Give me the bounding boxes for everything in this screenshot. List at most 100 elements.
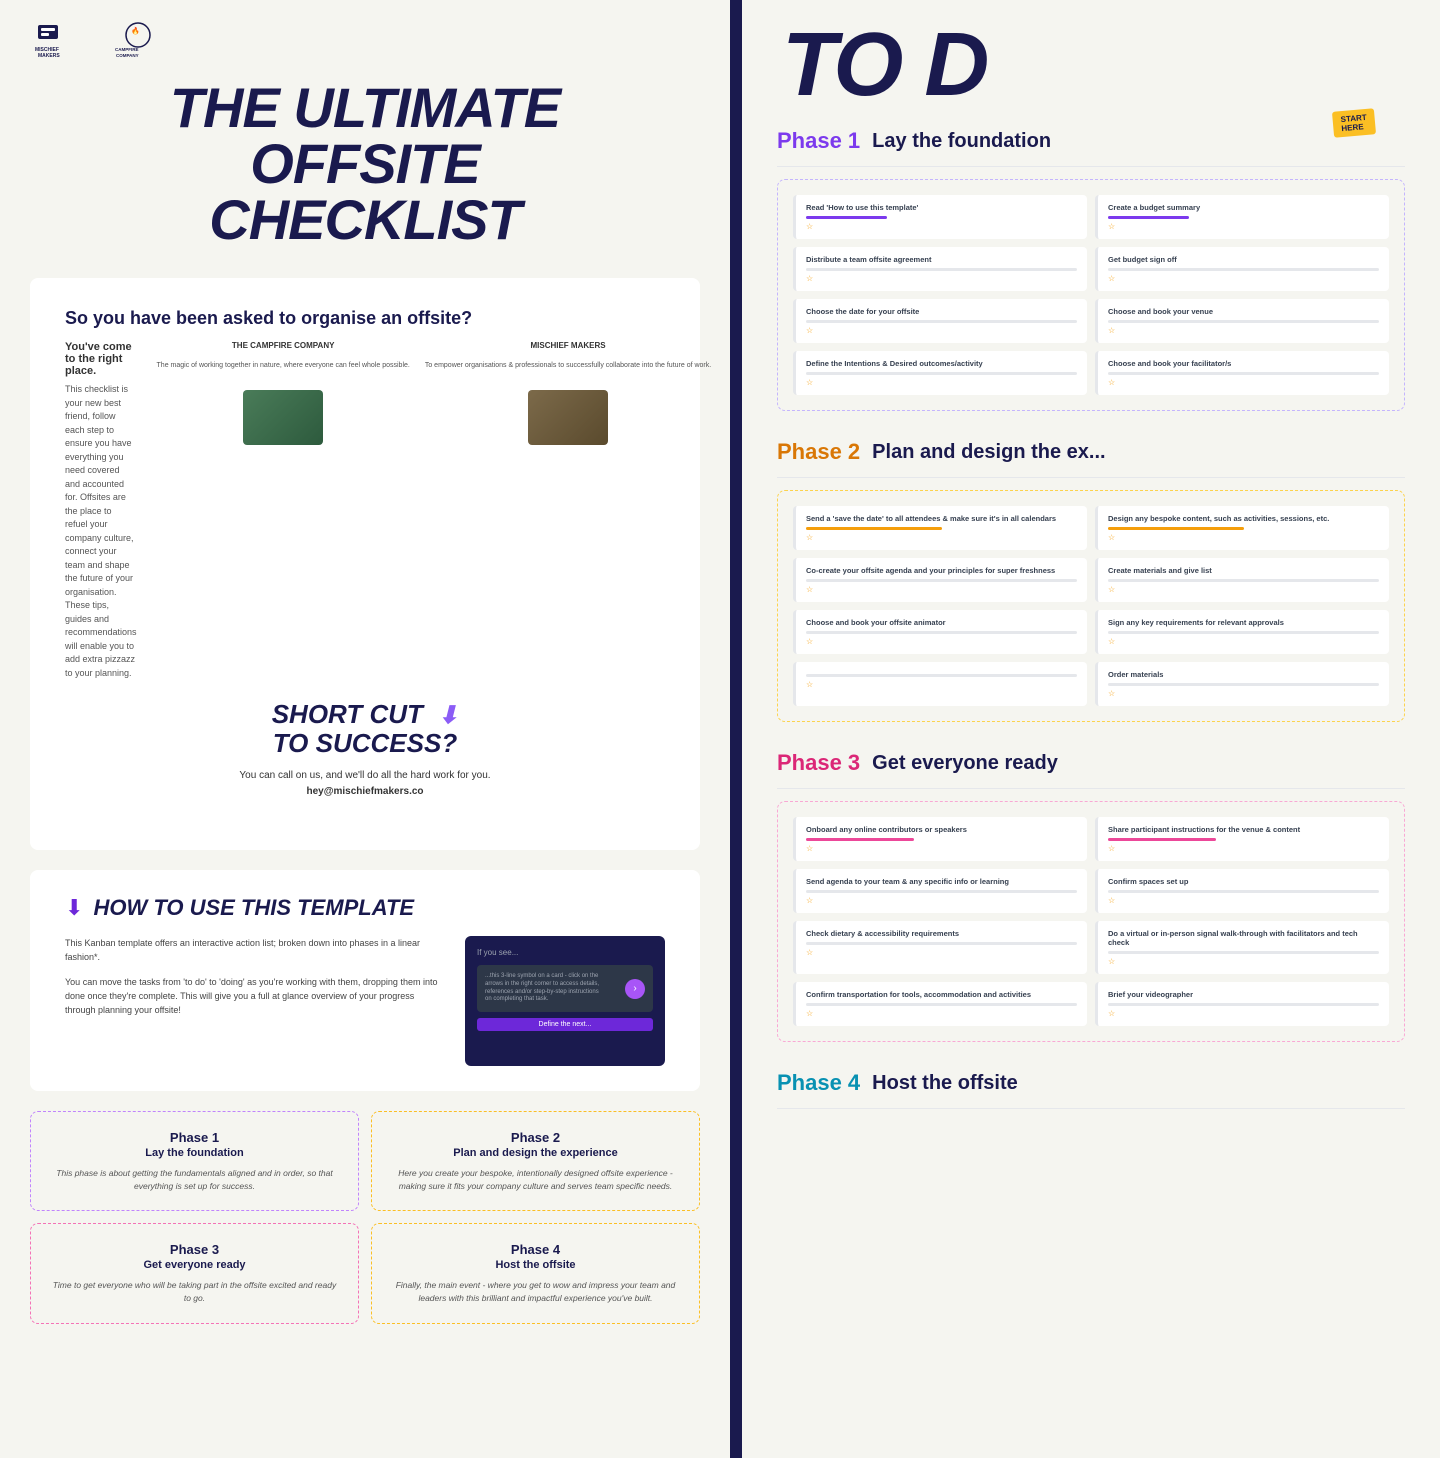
checklist-item[interactable]: ☆	[793, 662, 1087, 706]
how-to-title: ⬇ HOW TO USE THIS TEMPLATE	[65, 895, 665, 921]
right-phase2-box: Send a 'save the date' to all attendees …	[777, 490, 1405, 722]
checklist-item[interactable]: Brief your videographer ☆	[1095, 982, 1389, 1026]
shortcut-title: SHORT CUT ⬇ TO SUCCESS?	[272, 700, 459, 758]
demo-button[interactable]: Define the next...	[477, 1018, 653, 1031]
checklist-item[interactable]: Design any bespoke content, such as acti…	[1095, 506, 1389, 550]
left-panel: MISCHIEF MAKERS 🔥 CAMPFIRE COMPANY THE U…	[0, 0, 730, 1458]
intro-card: So you have been asked to organise an of…	[30, 278, 700, 850]
start-here-badge: STARTHERE	[1332, 108, 1376, 138]
phase3-number: Phase 3	[51, 1242, 338, 1257]
right-phase1-section: STARTHERE Phase 1 Lay the foundation Rea…	[757, 120, 1425, 411]
phase3-description: Time to get everyone who will be taking …	[51, 1279, 338, 1305]
demo-expand-icon[interactable]: ›	[625, 979, 645, 999]
phase1-card: Phase 1 Lay the foundation This phase is…	[30, 1111, 359, 1212]
checklist-item[interactable]: Get budget sign off ☆	[1095, 247, 1389, 291]
intro-body: This checklist is your new best friend, …	[65, 383, 137, 680]
right-phase1-label: Phase 1	[777, 128, 860, 154]
right-phase1-title: Lay the foundation	[872, 130, 1051, 153]
checklist-item[interactable]: Onboard any online contributors or speak…	[793, 817, 1087, 861]
right-phase1-header: Phase 1 Lay the foundation	[777, 120, 1405, 167]
shortcut-section: SHORT CUT ⬇ TO SUCCESS? You can call on …	[65, 680, 665, 820]
right-phase4-title: Host the offsite	[872, 1072, 1018, 1095]
intro-content: You've come to the right place. This che…	[65, 341, 665, 680]
checklist-item[interactable]: Choose and book your facilitator/s ☆	[1095, 351, 1389, 395]
company1-photo	[243, 390, 323, 445]
right-phase4-label: Phase 4	[777, 1070, 860, 1096]
right-phase3-header: Phase 3 Get everyone ready	[777, 742, 1405, 789]
arrow-down-icon: ⬇	[438, 703, 458, 729]
company2-photo	[528, 390, 608, 445]
checklist-item[interactable]: Create a budget summary ☆	[1095, 195, 1389, 239]
phase3-card: Phase 3 Get everyone ready Time to get e…	[30, 1223, 359, 1324]
phase2-card: Phase 2 Plan and design the experience H…	[371, 1111, 700, 1212]
intro-text: You've come to the right place. This che…	[65, 341, 137, 680]
right-phase2-title: Plan and design the ex...	[872, 441, 1105, 464]
how-to-para2: You can move the tasks from 'to do' to '…	[65, 975, 440, 1018]
checklist-item[interactable]: Choose the date for your offsite ☆	[793, 299, 1087, 343]
right-phase3-section: Phase 3 Get everyone ready Onboard any o…	[757, 742, 1425, 1042]
right-phase3-title: Get everyone ready	[872, 752, 1058, 775]
right-panel: TO D STARTHERE Phase 1 Lay the foundatio…	[742, 0, 1440, 1458]
right-phase3-box: Onboard any online contributors or speak…	[777, 801, 1405, 1042]
checklist-item[interactable]: Send a 'save the date' to all attendees …	[793, 506, 1087, 550]
checklist-item[interactable]: Confirm transportation for tools, accomm…	[793, 982, 1087, 1026]
checklist-item[interactable]: Order materials ☆	[1095, 662, 1389, 706]
todo-title: TO D	[782, 20, 1400, 110]
right-panel-content: STARTHERE Phase 1 Lay the foundation Rea…	[742, 120, 1440, 1109]
checklist-item[interactable]: Sign any key requirements for relevant a…	[1095, 610, 1389, 654]
template-demo: If you see... ...this 3-line symbol on a…	[465, 936, 665, 1066]
company2-desc: To empower organisations & professionals…	[425, 362, 711, 369]
checklist-item[interactable]: Co-create your offsite agenda and your p…	[793, 558, 1087, 602]
phase1-subtitle: Lay the foundation	[51, 1147, 338, 1159]
right-phase1-box: Read 'How to use this template' ☆ Create…	[777, 179, 1405, 411]
phase3-subtitle: Get everyone ready	[51, 1259, 338, 1271]
checklist-item[interactable]: Send agenda to your team & any specific …	[793, 869, 1087, 913]
intro-heading: So you have been asked to organise an of…	[65, 308, 665, 329]
right-phase2-grid: Send a 'save the date' to all attendees …	[793, 506, 1389, 706]
phase2-number: Phase 2	[392, 1130, 679, 1145]
company1-name: THE CAMPFIRE COMPANY	[157, 341, 410, 350]
right-phase3-grid: Onboard any online contributors or speak…	[793, 817, 1389, 1026]
center-divider	[730, 0, 742, 1458]
shortcut-email: hey@mischiefmakers.co	[306, 786, 423, 797]
right-phase2-section: Phase 2 Plan and design the ex... Send a…	[757, 431, 1425, 722]
company2-name: MISCHIEF MAKERS	[425, 341, 711, 350]
right-phase3-label: Phase 3	[777, 750, 860, 776]
phase4-number: Phase 4	[392, 1242, 679, 1257]
phase4-subtitle: Host the offsite	[392, 1259, 679, 1271]
right-phase2-label: Phase 2	[777, 439, 860, 465]
right-phase4-section: Phase 4 Host the offsite	[757, 1062, 1425, 1109]
checklist-item[interactable]: Choose and book your offsite animator ☆	[793, 610, 1087, 654]
shortcut-body: You can call on us, and we'll do all the…	[100, 768, 630, 800]
svg-text:CAMPFIRE: CAMPFIRE	[115, 47, 139, 52]
right-phase1-grid: Read 'How to use this template' ☆ Create…	[793, 195, 1389, 395]
checklist-item[interactable]: Choose and book your venue ☆	[1095, 299, 1389, 343]
phase-grid: Phase 1 Lay the foundation This phase is…	[30, 1111, 700, 1324]
main-title: THE ULTIMATE OFFSITE CHECKLIST	[30, 80, 700, 248]
phase2-description: Here you create your bespoke, intentiona…	[392, 1167, 679, 1193]
campfire-logo: 🔥 CAMPFIRE COMPANY	[110, 20, 165, 60]
company1-desc: The magic of working together in nature,…	[157, 362, 410, 369]
how-to-content: This Kanban template offers an interacti…	[65, 936, 665, 1066]
phase4-card: Phase 4 Host the offsite Finally, the ma…	[371, 1223, 700, 1324]
checklist-item[interactable]: Define the Intentions & Desired outcomes…	[793, 351, 1087, 395]
svg-text:MAKERS: MAKERS	[38, 53, 60, 59]
checklist-item[interactable]: Confirm spaces set up ☆	[1095, 869, 1389, 913]
checklist-item[interactable]: Check dietary & accessibility requiremen…	[793, 921, 1087, 974]
phase2-subtitle: Plan and design the experience	[392, 1147, 679, 1159]
todo-header: TO D	[742, 0, 1440, 120]
right-phase4-header: Phase 4 Host the offsite	[777, 1062, 1405, 1109]
how-to-para1: This Kanban template offers an interacti…	[65, 936, 440, 965]
phase1-description: This phase is about getting the fundamen…	[51, 1167, 338, 1193]
checklist-item[interactable]: Read 'How to use this template' ☆	[793, 195, 1087, 239]
phase4-description: Finally, the main event - where you get …	[392, 1279, 679, 1305]
demo-card-text: ...this 3-line symbol on a card - click …	[485, 973, 605, 1004]
company1-block: THE CAMPFIRE COMPANY The magic of workin…	[157, 341, 410, 450]
checklist-item[interactable]: Do a virtual or in-person signal walk-th…	[1095, 921, 1389, 974]
checklist-item[interactable]: Distribute a team offsite agreement ☆	[793, 247, 1087, 291]
how-to-text: This Kanban template offers an interacti…	[65, 936, 440, 1066]
main-title-section: THE ULTIMATE OFFSITE CHECKLIST	[30, 80, 700, 248]
mischief-makers-logo: MISCHIEF MAKERS	[30, 20, 90, 60]
checklist-item[interactable]: Create materials and give list ☆	[1095, 558, 1389, 602]
checklist-item[interactable]: Share participant instructions for the v…	[1095, 817, 1389, 861]
